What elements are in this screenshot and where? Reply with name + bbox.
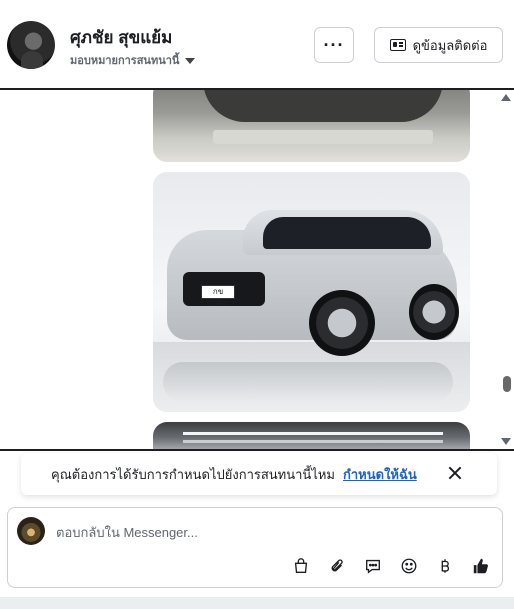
scroll-up-icon[interactable] <box>501 94 511 101</box>
message-scrollbar[interactable] <box>500 90 514 449</box>
scroll-thumb[interactable] <box>503 376 511 393</box>
more-options-button[interactable]: ··· <box>314 27 354 63</box>
contact-avatar[interactable] <box>7 21 55 69</box>
photo-detail <box>309 290 375 356</box>
assignment-banner: คุณต้องการได้รับการกำหนดไปยังการสนทนานี้… <box>21 453 497 495</box>
photo-detail <box>183 432 443 435</box>
view-contact-button[interactable]: ดูข้อมูลติดต่อ <box>374 27 503 63</box>
message-list: กข 2086 <box>0 90 514 451</box>
assign-to-me-link[interactable]: กำหนดให้ฉัน <box>343 464 417 485</box>
assign-dropdown[interactable]: มอบหมายการสนทนานี้ <box>70 51 196 69</box>
photo-detail <box>213 130 433 144</box>
thumbs-up-icon[interactable] <box>472 556 490 576</box>
contact-name[interactable]: ศุภชัย สุขแย้ม <box>70 24 172 51</box>
photo-message-car-rear[interactable] <box>153 90 470 162</box>
panel-footer <box>0 597 514 609</box>
photo-detail <box>263 217 431 249</box>
emoji-icon[interactable] <box>400 556 418 576</box>
reply-input[interactable]: ตอบกลับใน Messenger... <box>56 522 198 543</box>
more-icon: ··· <box>323 34 345 55</box>
reply-composer[interactable]: ตอบกลับใน Messenger... <box>7 507 503 588</box>
conversation-header: ศุภชัย สุขแย้ม มอบหมายการสนทนานี้ ··· ดู… <box>0 0 514 90</box>
photo-message-partial[interactable] <box>153 422 470 449</box>
close-icon[interactable] <box>448 466 462 480</box>
contact-card-icon <box>389 39 406 51</box>
composer-toolbar <box>292 556 490 576</box>
photo-message-car-front[interactable]: กข 2086 <box>153 172 470 412</box>
chat-bubble-icon[interactable] <box>364 556 382 576</box>
license-plate: กข 2086 <box>201 285 235 308</box>
assignment-prompt: คุณต้องการได้รับการกำหนดไปยังการสนทนานี้… <box>51 466 335 482</box>
conversation-panel: ศุภชัย สุขแย้ม มอบหมายการสนทนานี้ ··· ดู… <box>0 0 514 609</box>
page-avatar <box>17 517 45 545</box>
view-contact-label: ดูข้อมูลติดต่อ <box>412 37 488 53</box>
caret-down-icon <box>185 57 196 64</box>
shopping-bag-icon[interactable] <box>292 556 310 576</box>
photo-detail <box>163 362 453 402</box>
baht-icon[interactable] <box>436 556 454 576</box>
scroll-down-icon[interactable] <box>501 438 511 445</box>
paperclip-icon[interactable] <box>328 556 346 576</box>
photo-detail <box>203 90 443 122</box>
photo-detail <box>409 284 459 340</box>
assign-label: มอบหมายการสนทนานี้ <box>70 55 180 67</box>
